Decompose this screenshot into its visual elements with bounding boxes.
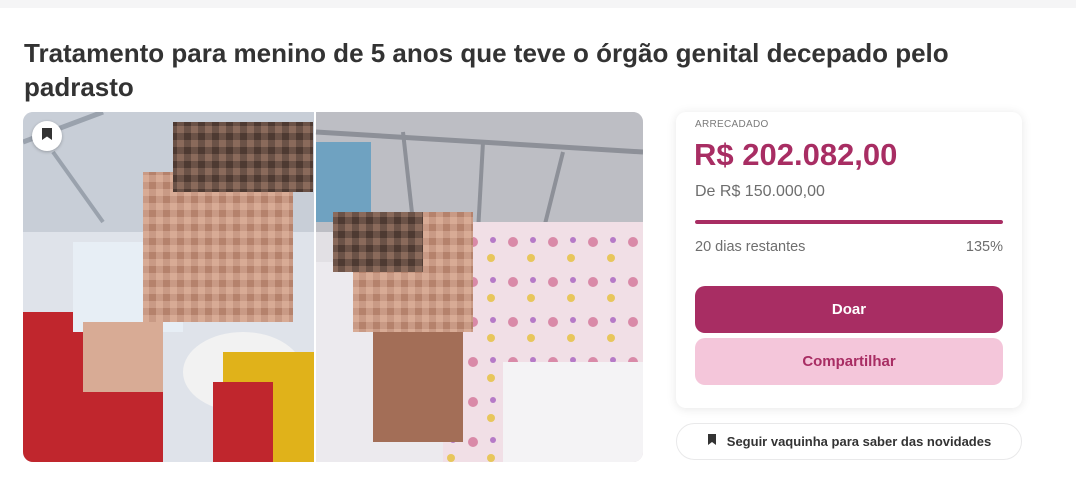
bookmark-icon (707, 433, 717, 451)
follow-campaign-button[interactable]: Seguir vaquinha para saber das novidades (676, 423, 1022, 460)
top-bar (0, 0, 1076, 8)
donate-button[interactable]: Doar (695, 286, 1003, 333)
raised-label: ARRECADADO (695, 119, 769, 130)
campaign-photo-image (23, 112, 643, 462)
follow-label: Seguir vaquinha para saber das novidades (726, 434, 992, 449)
campaign-photo[interactable] (23, 112, 643, 462)
progress-fill (695, 220, 1003, 224)
page-title: Tratamento para menino de 5 anos que tev… (24, 38, 949, 102)
goal-amount: De R$ 150.000,00 (695, 183, 825, 200)
progress-bar (695, 220, 1003, 224)
share-button[interactable]: Compartilhar (695, 338, 1003, 385)
days-remaining: 20 dias restantes (695, 239, 806, 255)
donation-card: ARRECADADO R$ 202.082,00 De R$ 150.000,0… (676, 112, 1022, 408)
save-bookmark-button[interactable] (32, 121, 62, 151)
progress-percent: 135% (965, 239, 1003, 255)
bookmark-icon (41, 127, 53, 146)
raised-amount: R$ 202.082,00 (694, 137, 898, 172)
